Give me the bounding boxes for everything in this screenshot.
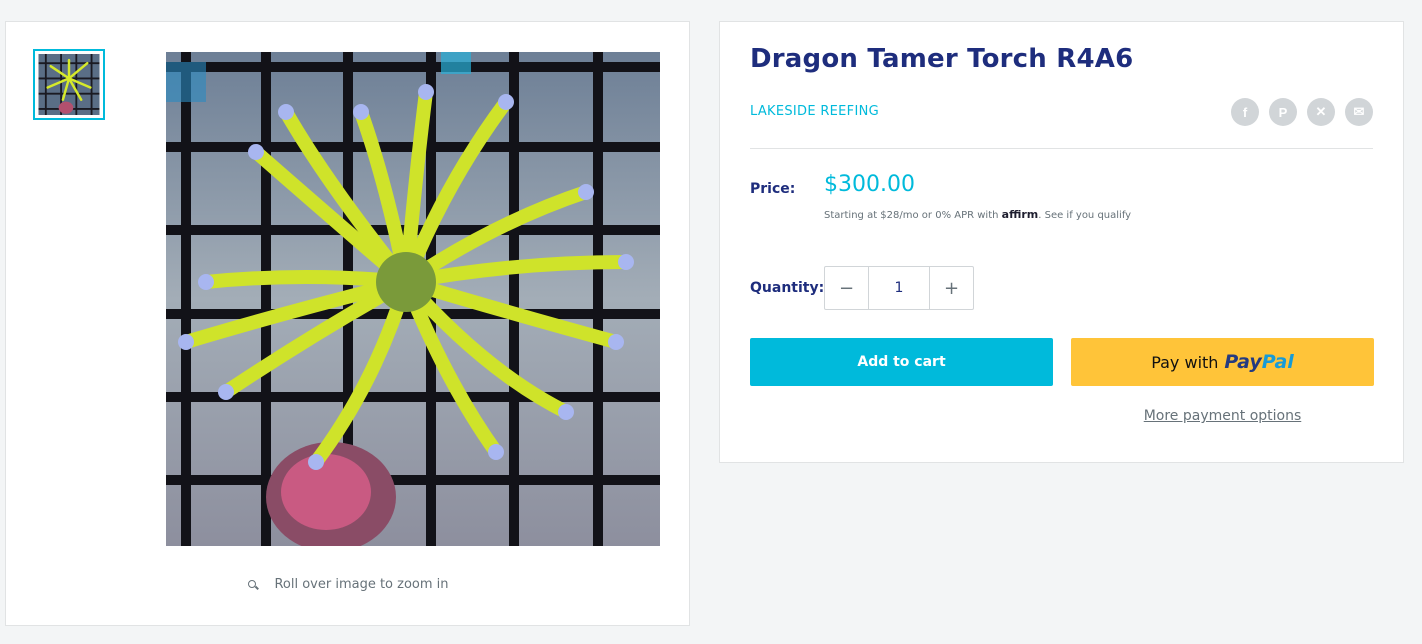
- affirm-text: Starting at $28/mo or 0% APR with: [824, 210, 999, 221]
- share-buttons: f P ✕ ✉: [1231, 98, 1373, 126]
- price-label: Price:: [750, 181, 796, 197]
- zoom-hint: Roll over image to zoom in: [6, 577, 689, 592]
- minus-icon[interactable]: −: [825, 267, 868, 309]
- add-to-cart-button[interactable]: Add to cart: [750, 338, 1053, 386]
- search-icon: [246, 578, 260, 592]
- more-payment-options-link[interactable]: More payment options: [1071, 408, 1374, 424]
- plus-icon[interactable]: +: [930, 267, 973, 309]
- coral-image: [166, 52, 660, 546]
- x-icon[interactable]: ✕: [1307, 98, 1335, 126]
- paypal-prefix: Pay with: [1151, 352, 1219, 372]
- pinterest-icon[interactable]: P: [1269, 98, 1297, 126]
- paypal-logo: PayPal: [1224, 351, 1294, 373]
- divider: [750, 148, 1373, 149]
- paypal-button[interactable]: Pay with PayPal: [1071, 338, 1374, 386]
- affirm-qualify-link[interactable]: . See if you qualify: [1038, 210, 1131, 221]
- thumbnail-image: [38, 54, 100, 115]
- email-icon[interactable]: ✉: [1345, 98, 1373, 126]
- quantity-stepper: − 1 +: [824, 266, 974, 310]
- price-value: $300.00: [824, 172, 915, 197]
- quantity-label: Quantity:: [750, 280, 825, 296]
- product-title: Dragon Tamer Torch R4A6: [750, 44, 1134, 74]
- product-gallery: Roll over image to zoom in: [5, 21, 690, 626]
- facebook-icon[interactable]: f: [1231, 98, 1259, 126]
- zoom-hint-text: Roll over image to zoom in: [274, 577, 449, 592]
- quantity-input[interactable]: 1: [868, 267, 930, 309]
- product-main-image[interactable]: [166, 52, 660, 546]
- affirm-promo: Starting at $28/mo or 0% APR with affirm…: [824, 208, 1131, 221]
- product-info: Dragon Tamer Torch R4A6 LAKESIDE REEFING…: [719, 21, 1404, 463]
- product-thumbnail[interactable]: [33, 49, 105, 120]
- vendor-link[interactable]: LAKESIDE REEFING: [750, 104, 879, 119]
- affirm-logo: affirm: [1001, 208, 1039, 221]
